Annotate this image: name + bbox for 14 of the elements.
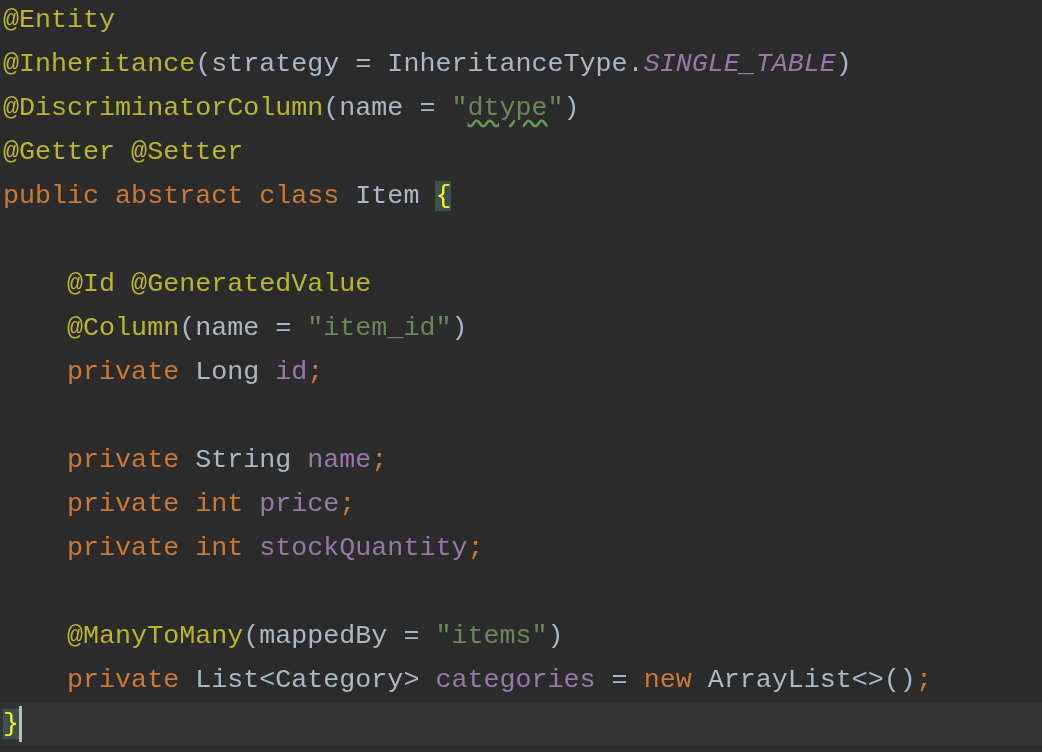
code-line: @Id @GeneratedValue xyxy=(66,268,372,301)
code-line: @Column(name = "item_id") xyxy=(66,312,468,345)
code-line: private Long id; xyxy=(66,356,324,389)
code-line: @Inheritance(strategy = InheritanceType.SINGLE_TABLE) xyxy=(3,48,852,81)
code-line: @ManyToMany(mappedBy = "items") xyxy=(66,620,564,653)
code-line: @DiscriminatorColumn(name = "dtype") xyxy=(3,92,580,125)
text-caret xyxy=(19,706,22,742)
code-line: private int price; xyxy=(66,488,356,521)
code-line: private String name; xyxy=(66,444,388,477)
code-line: private List<Category> categories = new ArrayList<>(); xyxy=(66,664,932,697)
code-line: @Getter @Setter xyxy=(3,136,244,169)
code-line: public abstract class Item { xyxy=(3,180,452,213)
code-line: private int stockQuantity; xyxy=(66,532,484,565)
code-line: @Entity xyxy=(3,4,116,37)
